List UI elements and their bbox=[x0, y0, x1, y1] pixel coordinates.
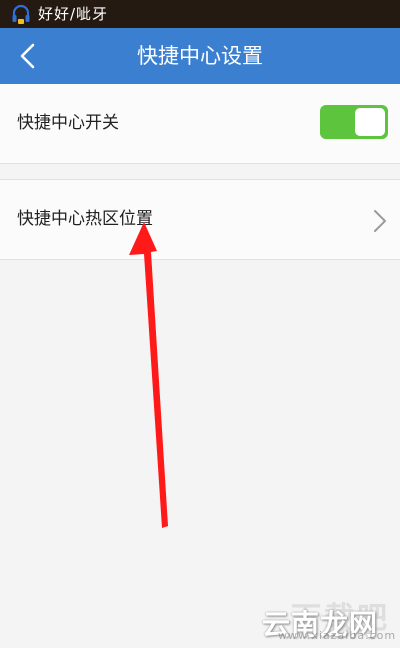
status-text: 好好/呲牙 bbox=[38, 5, 109, 23]
toggle-knob bbox=[355, 108, 385, 136]
quick-center-toggle[interactable] bbox=[320, 105, 388, 139]
nav-bar: 快捷中心设置 bbox=[0, 28, 400, 84]
status-bar: 好好/呲牙 bbox=[0, 0, 400, 28]
quick-center-switch-row: 快捷中心开关 bbox=[0, 84, 400, 164]
headset-icon bbox=[10, 3, 32, 25]
quick-center-switch-label: 快捷中心开关 bbox=[17, 113, 119, 133]
chevron-right-icon bbox=[374, 210, 386, 232]
watermark-ghost-text: 下载吧 bbox=[291, 601, 390, 636]
hotzone-position-label: 快捷中心热区位置 bbox=[17, 209, 153, 229]
watermark-brand: 云南龙网 bbox=[262, 608, 379, 641]
hotzone-position-row[interactable]: 快捷中心热区位置 bbox=[0, 179, 400, 260]
watermark: 下载吧 云南龙网 www.xiazaiba.com bbox=[262, 597, 398, 645]
watermark-url: www.xiazaiba.com bbox=[278, 629, 397, 642]
page-title: 快捷中心设置 bbox=[137, 44, 263, 68]
